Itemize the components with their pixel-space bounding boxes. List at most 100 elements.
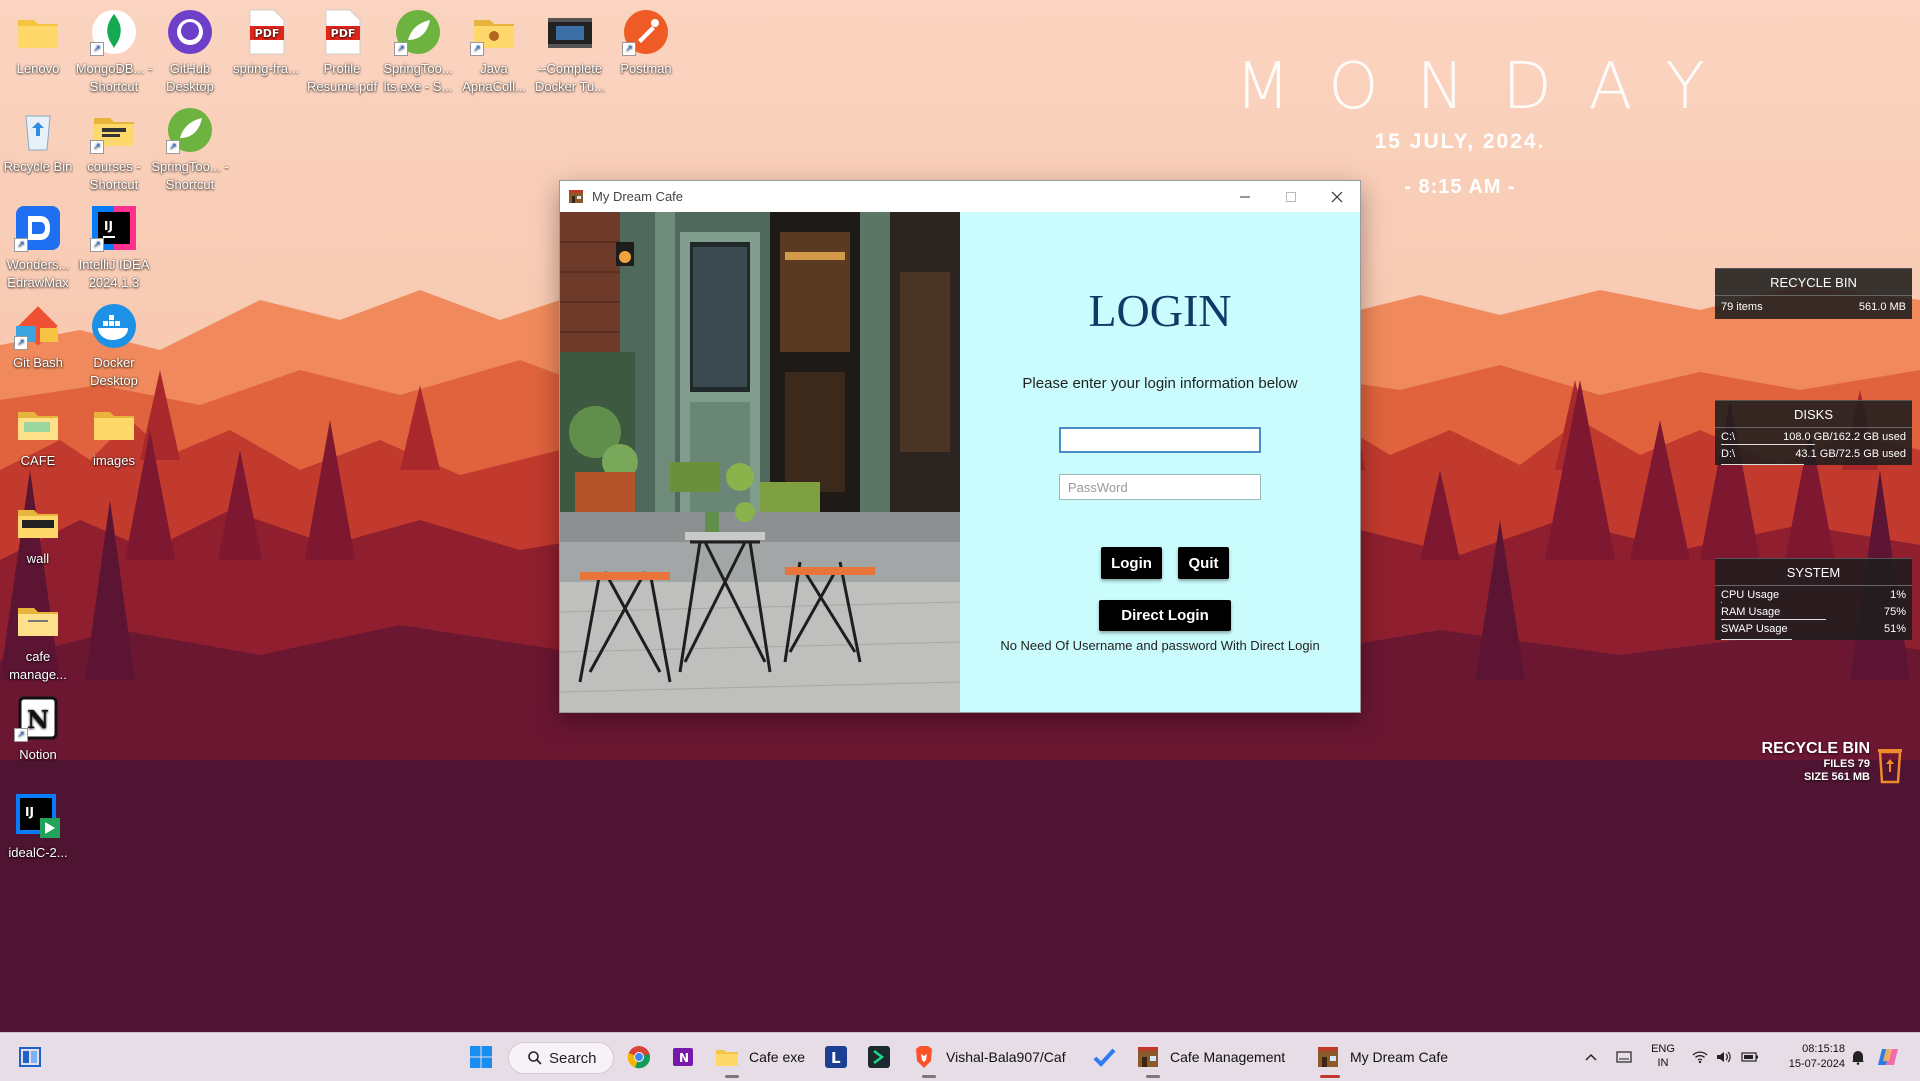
desktop-icon-cafe[interactable]: CAFE xyxy=(0,392,81,470)
desktop-icon-idea-installer[interactable]: IJ idealC-2... xyxy=(0,784,81,862)
volume-control[interactable] xyxy=(1716,1033,1732,1081)
disk-usage: 43.1 GB/72.5 GB used xyxy=(1795,448,1906,460)
quit-button[interactable]: Quit xyxy=(1178,547,1229,579)
desktop-icon-docker-tutorial[interactable]: --Complete Docker Tu... xyxy=(527,0,613,96)
window-titlebar[interactable]: My Dream Cafe xyxy=(560,181,1360,212)
running-indicator xyxy=(922,1075,936,1078)
postman-icon: ↗ xyxy=(622,8,670,56)
copilot-button[interactable] xyxy=(1876,1033,1900,1081)
clock-time: 08:15:18 xyxy=(1802,1043,1845,1055)
taskbar: Search N Cafe exe L Vishal-Bala907/Caf C… xyxy=(0,1032,1920,1081)
desktop-icon-springtools-exe[interactable]: ↗ SpringToo... lts.exe - S... xyxy=(375,0,461,96)
clock-date: 15-07-2024 xyxy=(1788,1058,1845,1070)
show-hidden-icons-button[interactable] xyxy=(1584,1033,1598,1081)
taskbar-search[interactable]: Search xyxy=(508,1042,614,1074)
recycle-bin-badge[interactable]: RECYCLE BIN FILES 79 SIZE 561 MB xyxy=(1740,740,1870,784)
svg-text:PDF: PDF xyxy=(331,27,356,40)
login-button[interactable]: Login xyxy=(1101,547,1162,579)
svg-text:N: N xyxy=(27,705,49,734)
language-indicator[interactable]: ENG IN xyxy=(1645,1042,1681,1070)
file-explorer-taskbar-button[interactable]: Cafe exe xyxy=(715,1033,805,1081)
keyboard-tray-button[interactable] xyxy=(1616,1033,1632,1081)
disk-row: C:\ 108.0 GB/162.2 GB used xyxy=(1715,428,1912,445)
svg-text:PDF: PDF xyxy=(255,27,280,40)
desktop-icon-label: wall xyxy=(26,551,50,566)
system-metric-value: 1% xyxy=(1890,589,1906,601)
time-display: - 8:15 AM - xyxy=(1404,176,1516,198)
disks-panel: DISKS C:\ 108.0 GB/162.2 GB used D:\ 43.… xyxy=(1715,400,1912,465)
system-metric-value: 75% xyxy=(1883,606,1906,618)
desktop-icon-label: Wonders... EdrawMax xyxy=(6,257,70,290)
desktop-icon-label: spring-fra... xyxy=(233,61,299,76)
desktop-icon-courses[interactable]: ↗ courses - Shortcut xyxy=(71,98,157,194)
desktop-icon-github-desktop[interactable]: GitHub Desktop xyxy=(147,0,233,96)
checkmark-icon xyxy=(1093,1048,1116,1067)
desktop-icon-springtools-shortcut[interactable]: ↗ SpringToo... - Shortcut xyxy=(147,98,233,194)
maximize-button[interactable] xyxy=(1268,181,1314,212)
start-button[interactable] xyxy=(469,1033,493,1081)
desktop-icon-profile-resume[interactable]: PDF Profile Resume.pdf xyxy=(299,0,385,96)
password-input[interactable] xyxy=(1059,474,1261,500)
battery-status[interactable] xyxy=(1741,1033,1759,1081)
system-clock[interactable]: 08:15:18 15-07-2024 xyxy=(1765,1042,1845,1072)
onenote-icon: N xyxy=(673,1048,693,1066)
intellij-installer-icon: IJ xyxy=(14,792,62,840)
folder-icon xyxy=(90,400,138,448)
desktop-icon-wall[interactable]: wall xyxy=(0,490,81,568)
close-button[interactable] xyxy=(1314,181,1360,212)
desktop-icon-mongodb[interactable]: ↗ MongoDB... - Shortcut xyxy=(71,0,157,96)
speaker-icon xyxy=(1717,1051,1731,1063)
desktop-icon-notion[interactable]: N ↗ Notion xyxy=(0,686,81,764)
todo-taskbar-button[interactable] xyxy=(1092,1033,1116,1081)
desktop-icon-lenovo[interactable]: Lenovo xyxy=(0,0,81,78)
desktop-icon-edrawmax[interactable]: ↗ Wonders... EdrawMax xyxy=(0,196,81,292)
my-dream-cafe-taskbar-button[interactable]: My Dream Cafe xyxy=(1316,1033,1448,1081)
desktop-icon-spring-pdf[interactable]: PDF spring-fra... xyxy=(223,0,309,78)
disk-row: D:\ 43.1 GB/72.5 GB used xyxy=(1715,445,1912,465)
notifications-button[interactable] xyxy=(1850,1033,1866,1081)
network-status[interactable] xyxy=(1692,1033,1708,1081)
running-indicator xyxy=(1146,1075,1160,1078)
desktop-icon-postman[interactable]: ↗ Postman xyxy=(603,0,689,78)
direct-login-button[interactable]: Direct Login xyxy=(1099,600,1231,631)
onenote-taskbar-button[interactable]: N xyxy=(671,1033,695,1081)
search-label: Search xyxy=(549,1049,597,1067)
bell-icon xyxy=(1852,1051,1864,1065)
login-panel: LOGIN Please enter your login informatio… xyxy=(960,212,1360,712)
l-app-icon: L xyxy=(825,1046,847,1068)
brave-taskbar-button[interactable]: Vishal-Bala907/Caf xyxy=(912,1033,1066,1081)
folder-icon xyxy=(14,8,62,56)
desktop-icon-label: CAFE xyxy=(20,453,56,468)
desktop-icon-docker-desktop[interactable]: Docker Desktop xyxy=(71,294,157,390)
desktop-icon-label: Git Bash xyxy=(13,355,63,370)
system-metric-label: RAM Usage xyxy=(1721,606,1781,618)
desktop-icon-intellij[interactable]: IJ ↗ IntelliJ IDEA 2024.1.3 xyxy=(71,196,157,292)
panel-title: DISKS xyxy=(1715,401,1912,428)
desktop-icon-label: Profile Resume.pdf xyxy=(306,61,378,94)
app-window: My Dream Cafe LOGIN Please enter your lo… xyxy=(559,180,1361,713)
widgets-button[interactable] xyxy=(18,1033,42,1081)
desktop-icon-git-bash[interactable]: ↗ Git Bash xyxy=(0,294,81,372)
login-instructions: Please enter your login information belo… xyxy=(1022,375,1298,392)
active-indicator xyxy=(1320,1075,1340,1078)
direct-login-note: No Need Of Username and password With Di… xyxy=(1000,638,1320,653)
window-title: My Dream Cafe xyxy=(592,189,684,204)
mongodb-leaf-icon: ↗ xyxy=(90,8,138,56)
devtool-taskbar-button[interactable] xyxy=(867,1033,891,1081)
cafe-management-taskbar-button[interactable]: Cafe Management xyxy=(1136,1033,1285,1081)
launcher-taskbar-button[interactable]: L xyxy=(824,1033,848,1081)
desktop-icon-label: Notion xyxy=(19,747,57,762)
username-input[interactable] xyxy=(1059,427,1261,453)
chrome-taskbar-button[interactable] xyxy=(627,1033,651,1081)
date-display: 15 JULY, 2024. xyxy=(1374,130,1546,153)
desktop-icon-java-apnacollege[interactable]: ↗ Java ApnaColl... xyxy=(451,0,537,96)
system-row: RAM Usage 75% xyxy=(1715,603,1912,620)
intellij-icon: IJ ↗ xyxy=(90,204,138,252)
minimize-button[interactable] xyxy=(1222,181,1268,212)
desktop-icon-recycle-bin[interactable]: Recycle Bin xyxy=(0,98,81,176)
desktop-icon-images[interactable]: images xyxy=(71,392,157,470)
desktop-icon-label: GitHub Desktop xyxy=(166,61,214,94)
chevron-up-icon xyxy=(1585,1053,1597,1061)
desktop-icon-label: IntelliJ IDEA 2024.1.3 xyxy=(78,257,150,290)
desktop-icon-cafe-management[interactable]: cafe manage... xyxy=(0,588,81,684)
